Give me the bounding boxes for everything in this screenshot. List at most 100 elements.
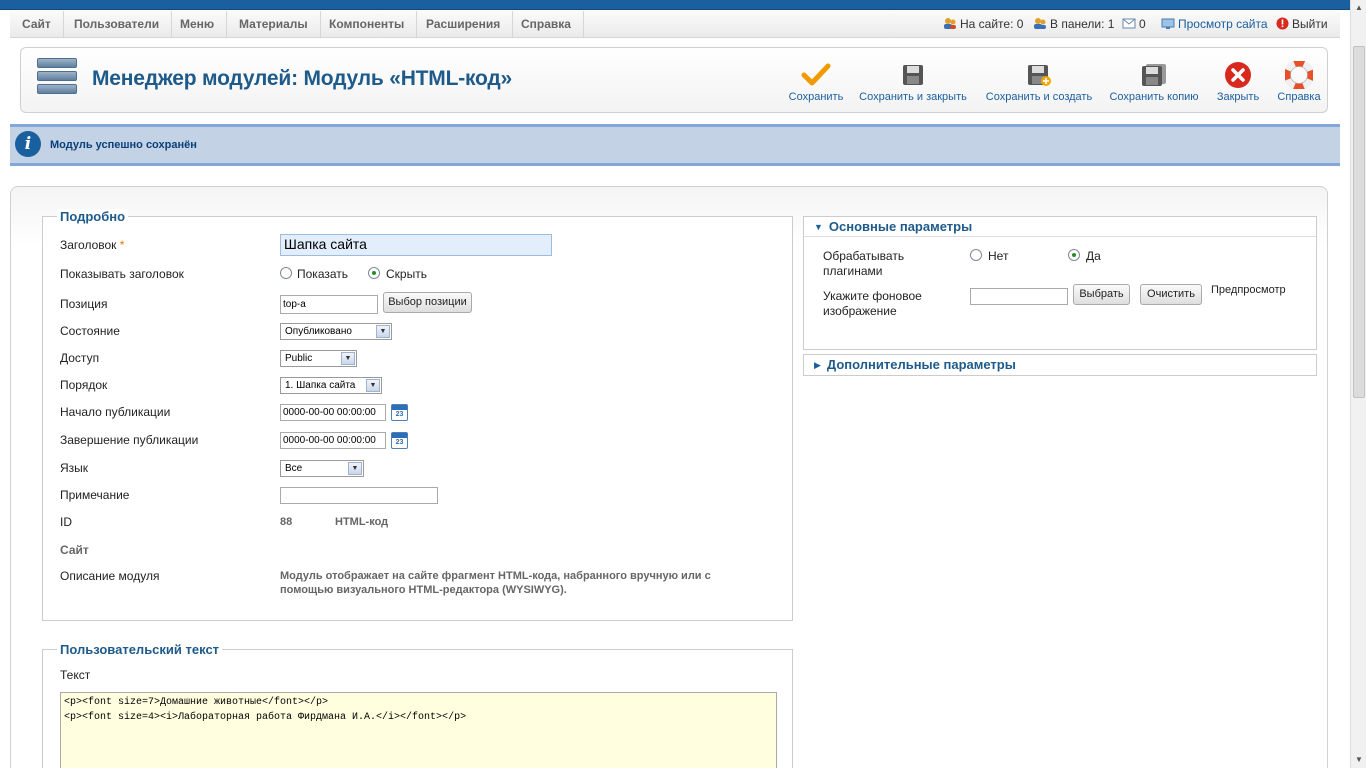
order-label: Порядок [60, 378, 108, 392]
background-image-label-2: изображение [823, 304, 897, 318]
menu-extensions[interactable]: Расширения [414, 11, 514, 38]
system-message: i Модуль успешно сохранён [10, 124, 1340, 166]
chevron-down-icon: ▼ [341, 352, 355, 365]
status-in-panel-text: В панели: 1 [1050, 17, 1115, 31]
background-image-input[interactable] [970, 288, 1068, 305]
floppy-plus-icon [1028, 65, 1051, 86]
calendar-icon[interactable]: 23 [391, 404, 408, 421]
publish-down-input[interactable]: 0000-00-00 00:00:00 [280, 432, 386, 449]
messages-icon [1122, 18, 1136, 29]
menu-users[interactable]: Пользователи [62, 11, 173, 38]
required-marker: * [119, 238, 125, 252]
menu-site[interactable]: Сайт [10, 11, 64, 38]
code-line-2: <p><font size=4><i>Лабораторная работа Ф… [64, 712, 467, 723]
checkmark-icon [801, 63, 831, 86]
calendar-icon[interactable]: 23 [391, 432, 408, 449]
save-new-button[interactable]: Сохранить и создать [983, 60, 1095, 106]
status-on-site: На сайте: 0 [943, 11, 1023, 38]
scroll-up-icon[interactable]: ▲ [1351, 0, 1366, 16]
page-title: Менеджер модулей: Модуль «HTML-код» [92, 67, 512, 90]
status-messages-count: 0 [1139, 17, 1146, 31]
save-button[interactable]: Сохранить [786, 60, 846, 106]
html-code-editor[interactable]: <p><font size=7>Домашние животные</font>… [60, 692, 777, 768]
note-label: Примечание [60, 488, 130, 502]
save-copy-button[interactable]: Сохранить копию [1108, 60, 1200, 106]
title-input[interactable]: Шапка сайта [280, 234, 552, 256]
prepare-content-label-1: Обрабатывать [823, 249, 905, 263]
floppy-copy-icon [1142, 64, 1166, 86]
description-label: Описание модуля [60, 569, 160, 583]
background-image-label-1: Укажите фоновое [823, 289, 922, 303]
status-messages[interactable]: 0 [1122, 11, 1146, 38]
select-position-button[interactable]: Выбор позиции [383, 292, 472, 313]
monitor-icon [1161, 18, 1175, 29]
publish-up-input[interactable]: 0000-00-00 00:00:00 [280, 404, 386, 421]
vertical-scrollbar[interactable]: ▲ ▼ [1350, 0, 1366, 768]
state-select[interactable]: Опубликовано ▼ [280, 323, 392, 340]
status-on-site-text: На сайте: 0 [960, 17, 1024, 31]
show-title-hide-radio[interactable] [368, 267, 380, 279]
main-menu-bar: Сайт Пользователи Меню Материалы Компоне… [10, 11, 1340, 38]
view-site-link-text[interactable]: Просмотр сайта [1178, 17, 1268, 31]
logout-text[interactable]: Выйти [1292, 17, 1328, 31]
position-input[interactable]: top-a [280, 295, 378, 314]
title-label: Заголовок * [60, 238, 124, 252]
close-icon [1225, 62, 1251, 88]
scrollbar-thumb[interactable] [1353, 46, 1365, 398]
help-button[interactable]: Справка [1274, 60, 1324, 106]
site-label: Сайт [60, 543, 89, 557]
custom-text-legend: Пользовательский текст [57, 642, 223, 657]
info-icon: i [15, 131, 41, 157]
close-button[interactable]: Закрыть [1213, 60, 1263, 106]
scroll-down-icon[interactable]: ▼ [1351, 752, 1366, 768]
description-line-2: помощью визуального HTML-редактора (WYSI… [280, 584, 567, 596]
basic-options-title: Основные параметры [828, 219, 973, 234]
state-select-value: Опубликовано [285, 326, 352, 337]
note-input[interactable] [280, 487, 438, 504]
help-button-label: Справка [1277, 91, 1321, 103]
title-label-text: Заголовок [60, 238, 117, 252]
clear-image-button[interactable]: Очистить [1140, 284, 1202, 305]
save-close-button-label: Сохранить и закрыть [859, 91, 967, 103]
basic-options-header[interactable]: ▼ Основные параметры [804, 217, 1316, 237]
chevron-down-icon: ▼ [348, 462, 362, 475]
position-label: Позиция [60, 297, 108, 311]
menu-menus[interactable]: Меню [168, 11, 228, 38]
prepare-yes-radio[interactable] [1068, 249, 1080, 261]
select-image-button[interactable]: Выбрать [1073, 284, 1130, 305]
toolbar-box: Менеджер модулей: Модуль «HTML-код» Сохр… [20, 47, 1328, 113]
language-select[interactable]: Все ▼ [280, 460, 364, 477]
logout-link[interactable]: Выйти [1276, 11, 1328, 38]
advanced-options-header[interactable]: ▶ Дополнительные параметры [804, 355, 1316, 375]
triangle-right-icon: ▶ [814, 360, 821, 370]
users-online-icon [944, 18, 956, 29]
view-site-link[interactable]: Просмотр сайта [1161, 11, 1268, 38]
basic-options-panel: ▼ Основные параметры [803, 216, 1317, 350]
status-in-panel: В панели: 1 [1033, 11, 1114, 38]
menu-content[interactable]: Материалы [227, 11, 321, 38]
prepare-no-label: Нет [988, 249, 1009, 263]
publish-down-label: Завершение публикации [60, 433, 199, 447]
menu-components[interactable]: Компоненты [317, 11, 418, 38]
system-message-text: Модуль успешно сохранён [50, 139, 197, 151]
floppy-icon [903, 65, 923, 85]
show-title-show-radio[interactable] [280, 267, 292, 279]
show-title-hide-label: Скрыть [386, 267, 427, 281]
advanced-options-panel: ▶ Дополнительные параметры [803, 354, 1317, 376]
code-line-1: <p><font size=7>Домашние животные</font>… [64, 697, 329, 708]
details-legend: Подробно [57, 209, 129, 224]
publish-up-label: Начало публикации [60, 405, 171, 419]
access-label: Доступ [60, 351, 100, 365]
order-select[interactable]: 1. Шапка сайта ▼ [280, 377, 382, 394]
text-label: Текст [60, 668, 91, 682]
menu-help[interactable]: Справка [509, 11, 584, 38]
top-bar [0, 0, 1350, 10]
advanced-options-title: Дополнительные параметры [826, 357, 1016, 372]
order-select-value: 1. Шапка сайта [285, 380, 356, 391]
access-select[interactable]: Public ▼ [280, 350, 357, 367]
description-line-1: Модуль отображает на сайте фрагмент HTML… [280, 570, 711, 582]
prepare-no-radio[interactable] [970, 249, 982, 261]
preview-label: Предпросмотр [1211, 284, 1286, 296]
save-close-button[interactable]: Сохранить и закрыть [857, 60, 969, 106]
module-manager-icon [37, 58, 77, 102]
